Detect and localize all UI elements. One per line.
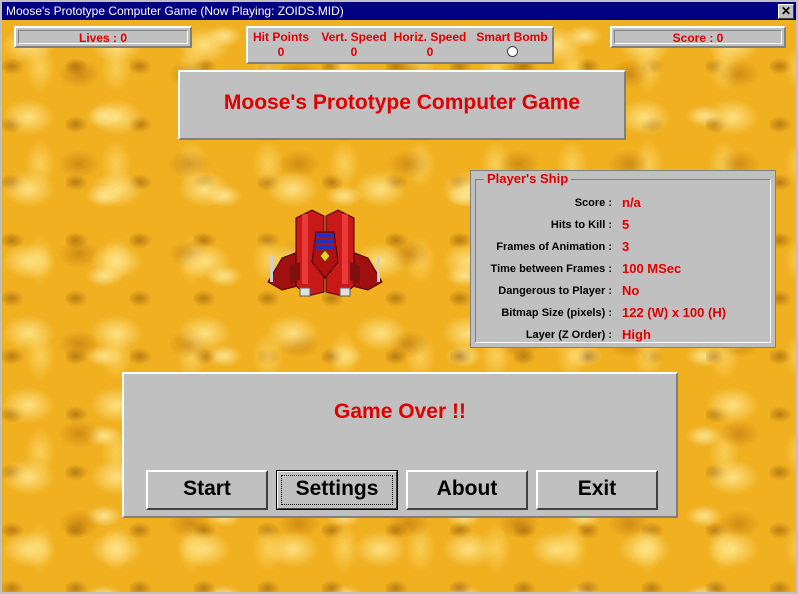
close-icon[interactable]: ✕	[778, 4, 794, 19]
ship-row-key: Bitmap Size (pixels) :	[501, 307, 612, 319]
ship-row-value: No	[622, 283, 640, 298]
game-menu-panel: Game Over !! Start Settings About Exit	[122, 372, 678, 518]
spaceship-sprite	[264, 206, 386, 306]
ship-row-key: Frames of Animation :	[496, 241, 612, 253]
players-ship-groupbox: Player's Ship Score : n/a Hits to Kill :…	[475, 171, 774, 346]
ship-row-time: Time between Frames : 100 MSec	[476, 260, 774, 280]
ship-row-value: 3	[622, 239, 630, 254]
ship-row-value: n/a	[622, 195, 641, 210]
score-display: Score : 0	[610, 26, 786, 48]
stat-smart-bomb: Smart Bomb	[474, 30, 550, 57]
stat-value: 0	[350, 45, 358, 59]
ship-row-key: Layer (Z Order) :	[525, 329, 612, 341]
ship-row-key: Time between Frames :	[490, 263, 612, 275]
lives-text: Lives : 0	[78, 31, 128, 45]
stat-value: 0	[426, 45, 434, 59]
exit-button[interactable]: Exit	[536, 470, 658, 510]
title-banner: Moose's Prototype Computer Game	[178, 70, 626, 140]
ship-row-layer: Layer (Z Order) : High	[476, 326, 774, 346]
smart-bomb-radio[interactable]	[506, 46, 518, 57]
game-window: Moose's Prototype Computer Game (Now Pla…	[0, 0, 798, 594]
players-ship-heading: Player's Ship	[484, 171, 572, 186]
ship-row-key: Dangerous to Player :	[498, 285, 612, 297]
stat-value: 0	[277, 45, 285, 59]
score-text: Score : 0	[672, 31, 724, 45]
ship-row-score: Score : n/a	[476, 194, 774, 214]
stat-label: Smart Bomb	[476, 30, 548, 44]
ship-row-bitmap: Bitmap Size (pixels) : 122 (W) x 100 (H)	[476, 304, 774, 324]
ship-row-dangerous: Dangerous to Player : No	[476, 282, 774, 302]
ship-row-value: 122 (W) x 100 (H)	[622, 305, 727, 320]
ship-row-key: Score :	[574, 197, 612, 209]
stat-hit-points: Hit Points 0	[252, 30, 310, 59]
title-bar[interactable]: Moose's Prototype Computer Game (Now Pla…	[2, 2, 796, 20]
stat-horiz-speed: Horiz. Speed 0	[392, 30, 468, 59]
game-title: Moose's Prototype Computer Game	[223, 91, 581, 114]
about-button[interactable]: About	[406, 470, 528, 510]
ship-row-value: 5	[622, 217, 630, 232]
stat-label: Vert. Speed	[321, 30, 387, 44]
ship-row-value: High	[622, 327, 651, 342]
playfield: Lives : 0 Hit Points 0 Vert. Speed 0 Hor…	[2, 20, 796, 592]
ship-row-key: Hits to Kill :	[550, 219, 612, 231]
ship-row-hits: Hits to Kill : 5	[476, 216, 774, 236]
game-status: Game Over !!	[334, 400, 466, 423]
stat-label: Horiz. Speed	[393, 30, 467, 44]
ship-row-frames: Frames of Animation : 3	[476, 238, 774, 258]
spaceship-icon	[267, 209, 383, 297]
players-ship-panel: Player's Ship Score : n/a Hits to Kill :…	[470, 170, 776, 348]
start-button[interactable]: Start	[146, 470, 268, 510]
stat-vert-speed: Vert. Speed 0	[316, 30, 392, 59]
stat-label: Hit Points	[253, 30, 309, 44]
stats-panel: Hit Points 0 Vert. Speed 0 Horiz. Speed …	[246, 26, 554, 64]
settings-button[interactable]: Settings	[276, 470, 398, 510]
lives-display: Lives : 0	[14, 26, 192, 48]
window-title: Moose's Prototype Computer Game (Now Pla…	[6, 4, 344, 18]
ship-row-value: 100 MSec	[622, 261, 682, 276]
